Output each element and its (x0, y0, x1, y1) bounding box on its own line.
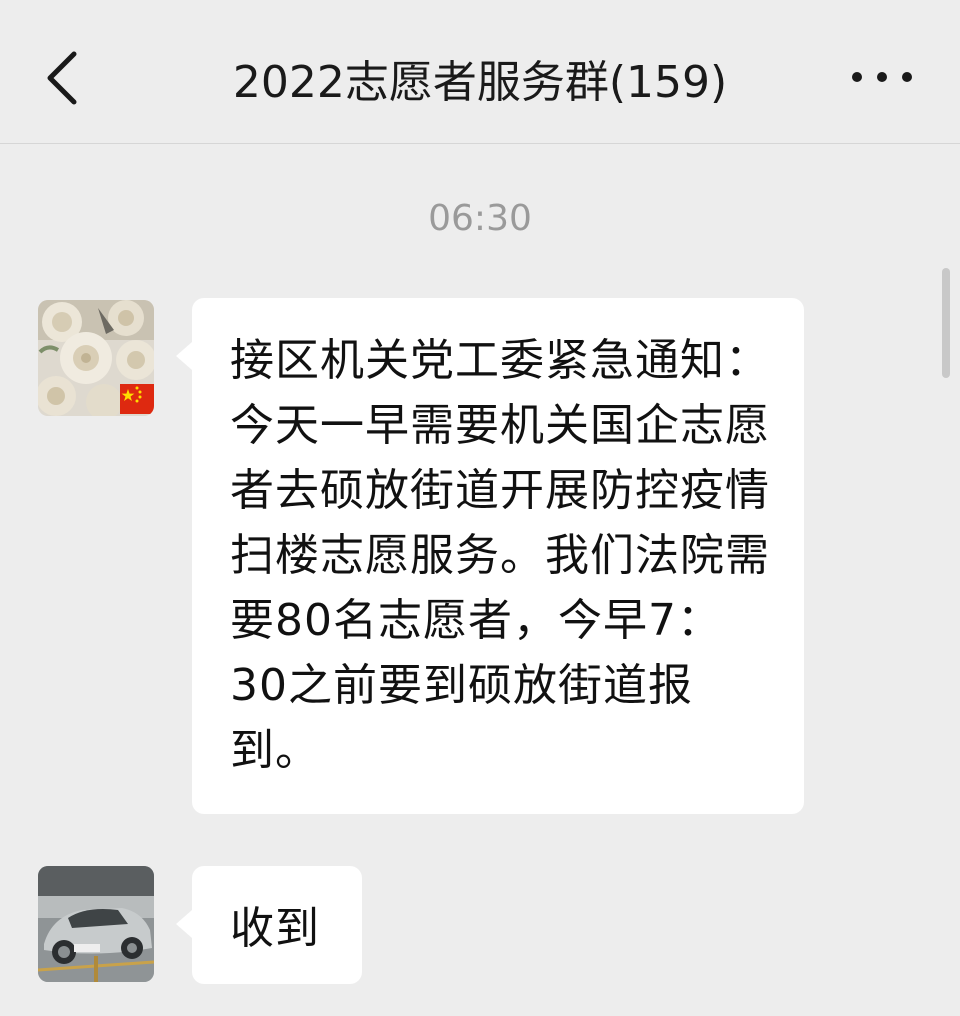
message-text: 收到 (230, 903, 320, 954)
message-timestamp: 06:30 (428, 198, 532, 239)
china-flag-badge-icon (120, 384, 154, 414)
avatar[interactable] (38, 300, 154, 416)
scrollbar[interactable] (942, 268, 950, 378)
message-bubble[interactable]: 接区机关党工委紧急通知：今天一早需要机关国企志愿者去硕放街道开展防控疫情扫楼志愿… (176, 298, 804, 814)
chat-header: 2022志愿者服务群(159) (0, 0, 960, 144)
car-avatar-icon (38, 866, 154, 982)
more-button[interactable] (852, 62, 912, 92)
chat-title: 2022志愿者服务群(159) (232, 57, 728, 108)
message-text: 接区机关党工委紧急通知：今天一早需要机关国企志愿者去硕放街道开展防控疫情扫楼志愿… (230, 335, 770, 776)
more-dots-icon (852, 72, 862, 82)
avatar[interactable] (38, 866, 154, 982)
message-bubble[interactable]: 收到 (176, 866, 362, 984)
